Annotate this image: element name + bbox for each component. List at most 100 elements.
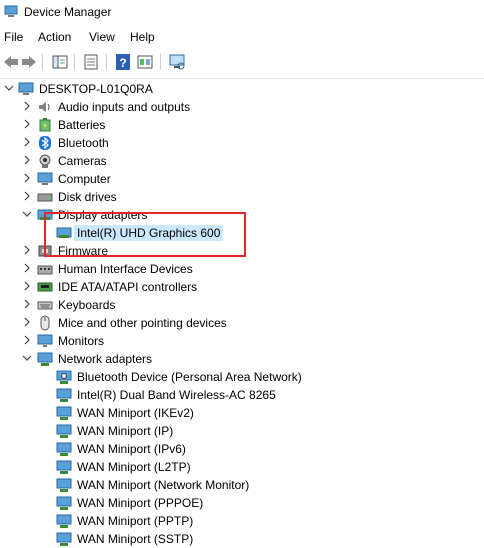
network-adapter-icon <box>56 388 72 402</box>
tree-category-disk-drives[interactable]: Disk drives <box>0 188 484 206</box>
toolbar-separator <box>42 54 43 70</box>
menu-file[interactable]: File <box>4 30 23 44</box>
chevron-right-icon[interactable] <box>20 99 34 113</box>
mouse-icon <box>40 315 50 331</box>
tree-device-row[interactable]: WAN Miniport (PPTP) <box>0 512 484 530</box>
help-icon[interactable]: ? <box>114 53 132 71</box>
chevron-right-icon[interactable] <box>20 333 34 347</box>
tree-device-row[interactable]: WAN Miniport (IP) <box>0 422 484 440</box>
window-title: Device Manager <box>24 5 112 19</box>
category-label: Mice and other pointing devices <box>58 316 227 330</box>
chevron-right-icon[interactable] <box>20 171 34 185</box>
computer-icon <box>18 82 34 95</box>
network-adapter-icon <box>56 442 72 456</box>
device-label: Intel(R) Dual Band Wireless-AC 8265 <box>77 388 276 402</box>
tree-category-audio[interactable]: Audio inputs and outputs <box>0 98 484 116</box>
highlight-annotation-box <box>44 212 246 257</box>
monitor-icon <box>37 334 53 347</box>
tree-device-row[interactable]: WAN Miniport (L2TP) <box>0 458 484 476</box>
category-label: Audio inputs and outputs <box>58 100 191 114</box>
chevron-right-icon[interactable] <box>20 117 34 131</box>
menu-view[interactable]: View <box>89 30 115 44</box>
device-label: WAN Miniport (PPTP) <box>77 514 194 528</box>
forward-arrow-icon[interactable] <box>20 53 38 71</box>
menu-bar: File Action View Help <box>0 27 484 48</box>
tree-device-row[interactable]: WAN Miniport (Network Monitor) <box>0 476 484 494</box>
category-label: Keyboards <box>58 298 116 312</box>
chevron-right-icon[interactable] <box>20 297 34 311</box>
tree-device-row[interactable]: WAN Miniport (SSTP) <box>0 530 484 548</box>
tree-root[interactable]: DESKTOP-L01Q0RA <box>0 80 484 98</box>
chevron-right-icon[interactable] <box>20 315 34 329</box>
device-label: WAN Miniport (IKEv2) <box>77 406 194 420</box>
toolbar-separator <box>106 54 107 70</box>
camera-icon <box>39 154 51 168</box>
tree-category-computer[interactable]: Computer <box>0 170 484 188</box>
chevron-down-icon[interactable] <box>20 207 34 221</box>
update-driver-icon[interactable] <box>136 53 154 71</box>
tree-category-bluetooth[interactable]: Bluetooth <box>0 134 484 152</box>
network-adapter-icon <box>56 370 72 384</box>
chevron-right-icon[interactable] <box>20 261 34 275</box>
network-adapter-icon <box>56 478 72 492</box>
tree-category-cameras[interactable]: Cameras <box>0 152 484 170</box>
tree-category-mice[interactable]: Mice and other pointing devices <box>0 314 484 332</box>
tree-device-row[interactable]: WAN Miniport (IKEv2) <box>0 404 484 422</box>
device-manager-app-icon <box>4 5 18 17</box>
chevron-right-icon[interactable] <box>20 279 34 293</box>
menu-action[interactable]: Action <box>38 30 71 44</box>
device-label: WAN Miniport (IPv6) <box>77 442 186 456</box>
category-label: Disk drives <box>58 190 117 204</box>
category-label: Computer <box>58 172 111 186</box>
chevron-right-icon[interactable] <box>20 135 34 149</box>
tree-category-batteries[interactable]: Batteries <box>0 116 484 134</box>
category-label: Monitors <box>58 334 105 348</box>
device-label: WAN Miniport (SSTP) <box>77 532 194 546</box>
battery-icon <box>39 118 51 132</box>
device-label: WAN Miniport (L2TP) <box>77 460 191 474</box>
scan-hardware-changes-icon[interactable] <box>168 53 186 71</box>
chevron-down-icon[interactable] <box>20 351 34 365</box>
tree-device-row[interactable]: WAN Miniport (PPPOE) <box>0 494 484 512</box>
category-label: Cameras <box>58 154 107 168</box>
network-adapter-icon <box>37 352 53 366</box>
disk-drive-icon <box>37 193 53 202</box>
tree-category-network-adapters[interactable]: Network adapters <box>0 350 484 368</box>
network-adapter-icon <box>56 514 72 528</box>
tree-device-row[interactable]: Intel(R) Dual Band Wireless-AC 8265 <box>0 386 484 404</box>
tree-category-ide[interactable]: IDE ATA/ATAPI controllers <box>0 278 484 296</box>
tree-device-row[interactable]: WAN Miniport (IPv6) <box>0 440 484 458</box>
chevron-down-icon[interactable] <box>2 81 16 95</box>
network-adapter-icon <box>56 460 72 474</box>
chevron-right-icon[interactable] <box>20 189 34 203</box>
device-label: WAN Miniport (PPPOE) <box>77 496 204 510</box>
chevron-right-icon[interactable] <box>20 243 34 257</box>
category-label: Bluetooth <box>58 136 109 150</box>
network-adapter-icon <box>56 496 72 510</box>
tree-device-row[interactable]: Bluetooth Device (Personal Area Network) <box>0 368 484 386</box>
network-adapter-icon <box>56 406 72 420</box>
device-tree[interactable]: DESKTOP-L01Q0RA Audio inputs and outputs… <box>0 78 484 546</box>
category-label: IDE ATA/ATAPI controllers <box>58 280 198 294</box>
speaker-icon <box>39 102 50 112</box>
network-adapter-icon <box>56 424 72 438</box>
tree-category-monitors[interactable]: Monitors <box>0 332 484 350</box>
properties-icon[interactable] <box>82 53 100 71</box>
device-label: WAN Miniport (Network Monitor) <box>77 478 250 492</box>
back-arrow-icon[interactable] <box>2 53 20 71</box>
device-label: WAN Miniport (IP) <box>77 424 174 438</box>
title-bar: Device Manager <box>0 0 484 26</box>
bluetooth-icon <box>39 136 51 150</box>
category-label: Network adapters <box>58 352 153 366</box>
tree-category-hid[interactable]: Human Interface Devices <box>0 260 484 278</box>
menu-help[interactable]: Help <box>130 30 155 44</box>
chevron-right-icon[interactable] <box>20 153 34 167</box>
toolbar-separator <box>74 54 75 70</box>
hid-icon <box>37 265 53 275</box>
keyboard-icon <box>37 301 53 310</box>
toolbar-separator <box>160 54 161 70</box>
category-label: Human Interface Devices <box>58 262 193 276</box>
tree-category-keyboards[interactable]: Keyboards <box>0 296 484 314</box>
show-hide-console-tree-icon[interactable] <box>51 53 69 71</box>
ide-controller-icon <box>37 282 53 292</box>
